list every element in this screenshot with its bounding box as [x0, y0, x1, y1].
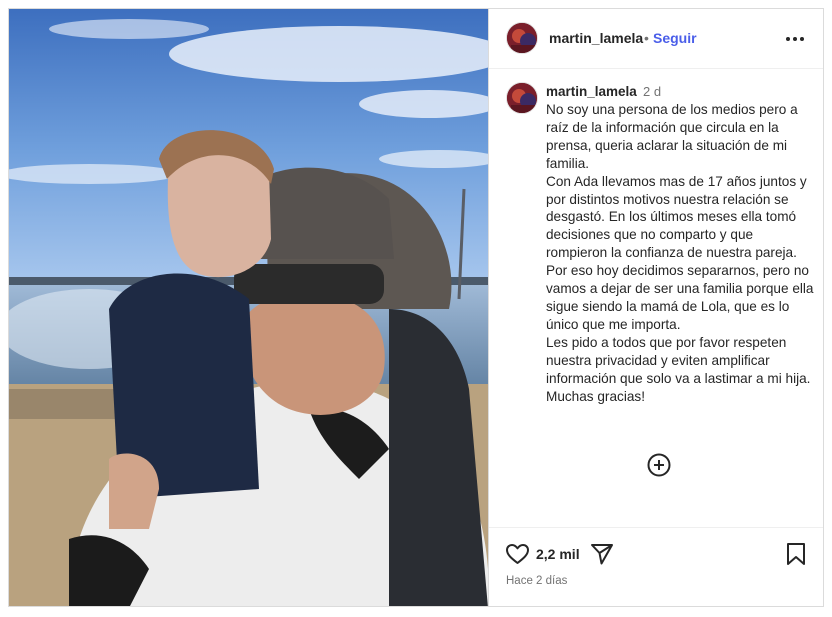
avatar[interactable] [506, 22, 538, 54]
caption-timestamp[interactable]: 2 d [643, 84, 661, 99]
username-link[interactable]: martin_lamela [549, 30, 643, 46]
bookmark-icon[interactable] [785, 542, 807, 566]
caption-text: No soy una persona de los medios pero a … [546, 102, 814, 404]
heart-icon[interactable] [505, 542, 530, 566]
post-photo[interactable] [9, 9, 488, 606]
post-actions: 2,2 mil Hace 2 días [489, 527, 823, 606]
separator-dot: • [644, 30, 649, 46]
follow-button[interactable]: Seguir [653, 30, 697, 46]
plus-circle-icon[interactable] [647, 453, 671, 477]
post-sidebar: martin_lamela • Seguir martin_lamela 2 d… [488, 9, 823, 606]
caption-avatar[interactable] [506, 82, 538, 114]
post-header: martin_lamela • Seguir [489, 9, 823, 69]
more-horizontal-icon[interactable] [786, 37, 804, 41]
post-time-ago[interactable]: Hace 2 días [506, 575, 567, 587]
likes-count[interactable]: 2,2 mil [536, 546, 580, 562]
caption-username[interactable]: martin_lamela [546, 84, 637, 99]
paper-plane-icon[interactable] [590, 542, 614, 566]
instagram-post: martin_lamela • Seguir martin_lamela 2 d… [8, 8, 824, 607]
